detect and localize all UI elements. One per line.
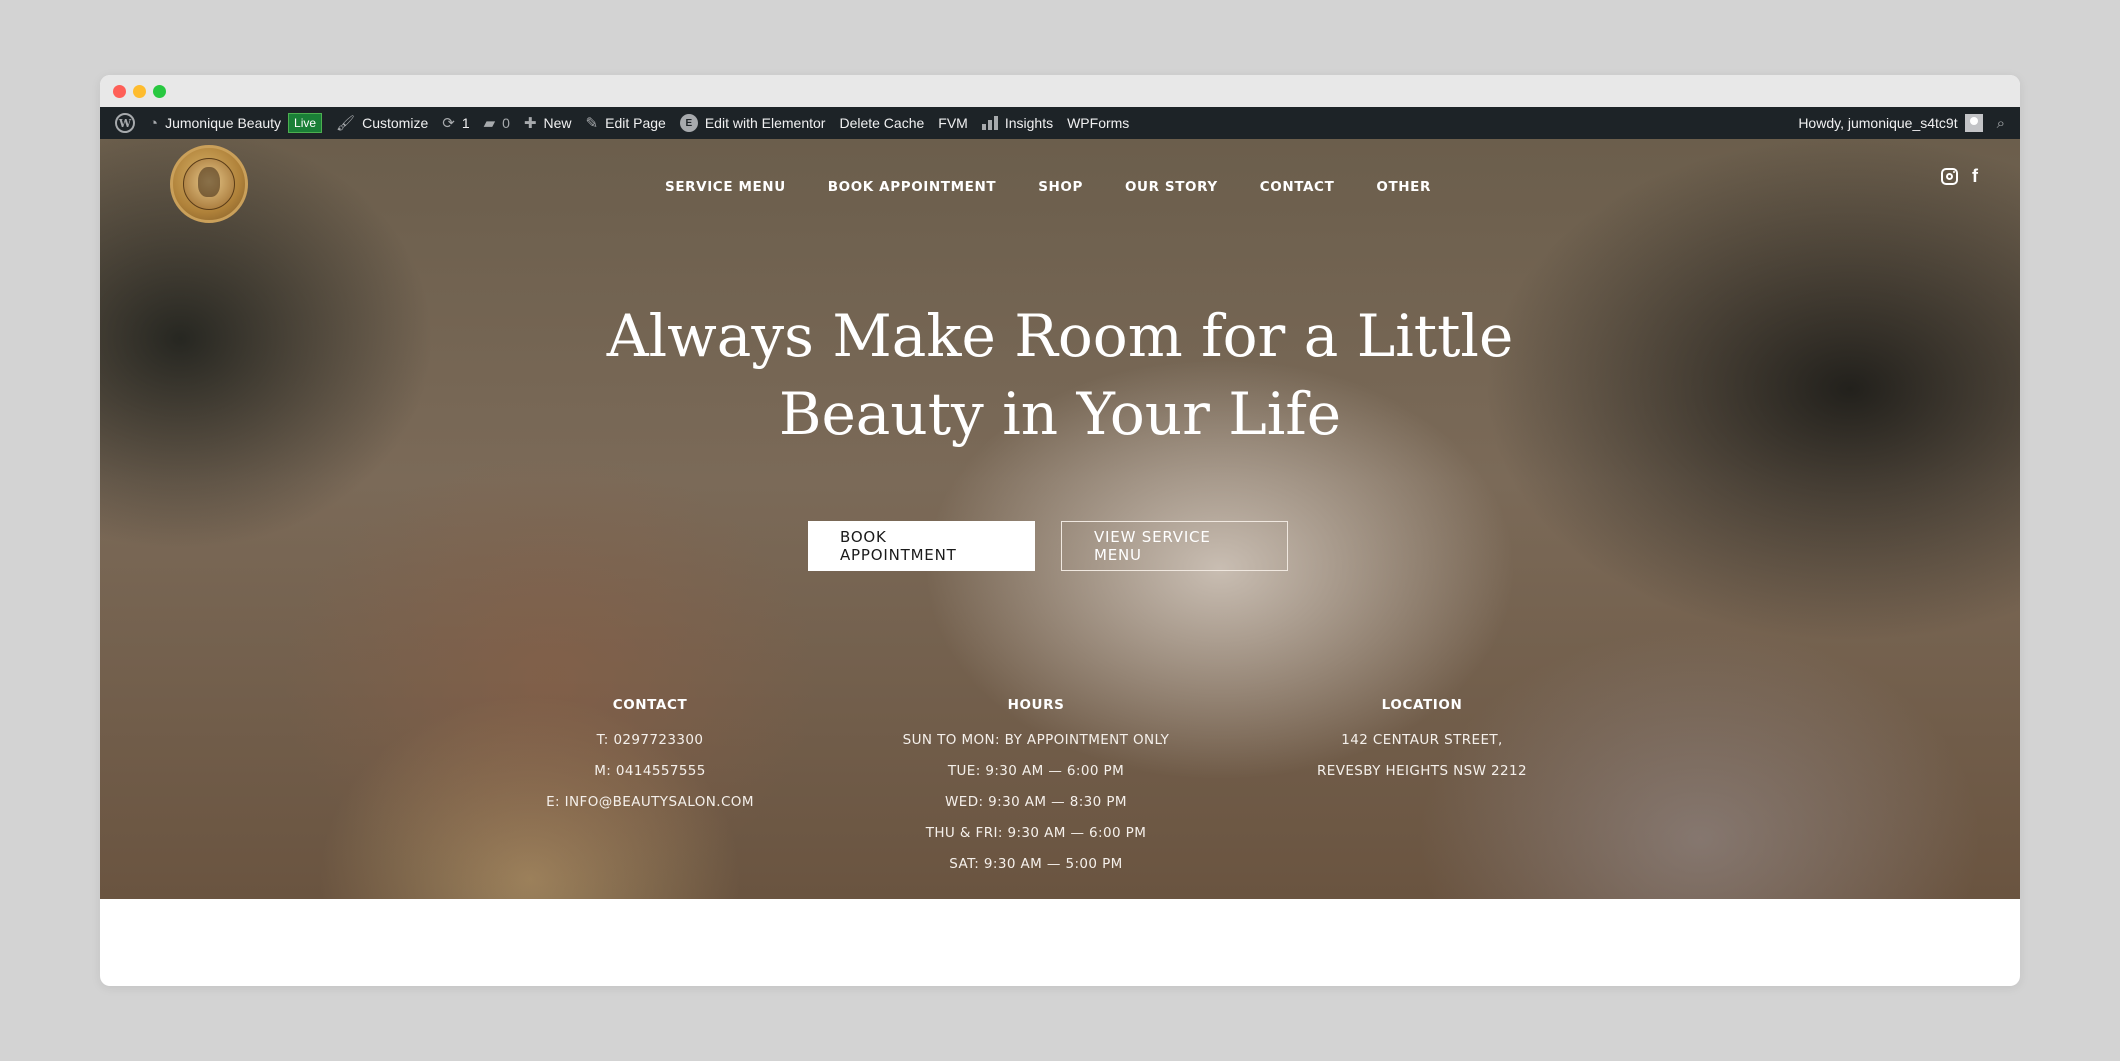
- minimize-window-button[interactable]: [133, 85, 146, 98]
- insights-link[interactable]: Insights: [975, 107, 1060, 139]
- headline-line-2: Beauty in Your Life: [778, 380, 1342, 448]
- avatar: [1964, 114, 1983, 132]
- hero-buttons: BOOK APPOINTMENT VIEW SERVICE MENU: [100, 521, 2020, 571]
- howdy-label: Howdy, jumonique_s4tc9t: [1798, 115, 1958, 131]
- delete-cache-label: Delete Cache: [839, 115, 925, 131]
- hero-headline: Always Make Room for a Little Beauty in …: [100, 297, 2020, 453]
- insights-label: Insights: [1004, 115, 1054, 131]
- live-badge: Live: [288, 113, 323, 133]
- info-columns: CONTACT T: 0297723300 M: 0414557555 E: I…: [100, 695, 2020, 880]
- edit-elementor-label: Edit with Elementor: [704, 115, 826, 131]
- nav-item-book-appointment[interactable]: BOOK APPOINTMENT: [828, 179, 996, 195]
- site-header: SERVICE MENU BOOK APPOINTMENT SHOP OUR S…: [100, 139, 2020, 223]
- customize-link[interactable]: 🖌 Customize: [329, 107, 435, 139]
- book-appointment-button[interactable]: BOOK APPOINTMENT: [808, 521, 1035, 571]
- hours-line: WED: 9:30 AM — 8:30 PM: [945, 794, 1127, 810]
- hours-column: HOURS SUN TO MON: BY APPOINTMENT ONLY TU…: [843, 695, 1229, 880]
- comments-count: 0: [502, 115, 510, 131]
- browser-window: W ◔ Jumonique Beauty Live 🖌 Customize ⟳ …: [100, 75, 2020, 986]
- fvm-link[interactable]: FVM: [931, 107, 975, 139]
- comments-link[interactable]: ▰ 0: [477, 107, 517, 139]
- edit-with-elementor-link[interactable]: E Edit with Elementor: [673, 107, 833, 139]
- paintbrush-icon: 🖌: [336, 115, 356, 132]
- pencil-icon: ✎: [585, 115, 599, 132]
- wordpress-icon: W: [115, 113, 135, 133]
- hours-line: THU & FRI: 9:30 AM — 6:00 PM: [925, 825, 1147, 841]
- contact-phone[interactable]: T: 0297723300: [457, 725, 843, 756]
- nav-item-other[interactable]: OTHER: [1376, 179, 1431, 195]
- insights-bar-chart-icon: [981, 116, 998, 130]
- wordpress-logo-menu[interactable]: W: [108, 107, 142, 139]
- edit-page-label: Edit Page: [605, 115, 666, 131]
- new-label: New: [543, 115, 572, 131]
- location-street: 142 CENTAUR STREET,: [1341, 732, 1503, 748]
- instagram-icon[interactable]: [1941, 168, 1958, 185]
- updates-count: 1: [461, 115, 470, 131]
- window-chrome: [100, 75, 2020, 107]
- updates-link[interactable]: ⟳ 1: [435, 107, 476, 139]
- nav-item-service-menu[interactable]: SERVICE MENU: [665, 179, 786, 195]
- social-links: f: [1941, 167, 1978, 185]
- hero-section: SERVICE MENU BOOK APPOINTMENT SHOP OUR S…: [100, 139, 2020, 899]
- admin-search-button[interactable]: ⌕: [1990, 107, 2012, 139]
- location-heading: LOCATION: [1381, 697, 1463, 713]
- main-navigation: SERVICE MENU BOOK APPOINTMENT SHOP OUR S…: [100, 179, 2020, 195]
- contact-mobile[interactable]: M: 0414557555: [457, 756, 843, 787]
- contact-heading: CONTACT: [612, 697, 688, 713]
- nav-item-shop[interactable]: SHOP: [1038, 179, 1083, 195]
- maximize-window-button[interactable]: [153, 85, 166, 98]
- search-icon: ⌕: [1996, 114, 2005, 132]
- fvm-label: FVM: [938, 115, 968, 131]
- delete-cache-link[interactable]: Delete Cache: [832, 107, 931, 139]
- hours-heading: HOURS: [1007, 697, 1065, 713]
- site-name-label: Jumonique Beauty: [165, 115, 282, 131]
- wpforms-label: WPForms: [1067, 115, 1130, 131]
- edit-page-link[interactable]: ✎ Edit Page: [579, 107, 673, 139]
- elementor-icon: E: [679, 114, 698, 132]
- comment-icon: ▰: [483, 115, 496, 132]
- location-suburb: REVESBY HEIGHTS NSW 2212: [1317, 763, 1527, 779]
- wpforms-link[interactable]: WPForms: [1060, 107, 1136, 139]
- close-window-button[interactable]: [113, 85, 126, 98]
- hours-line: TUE: 9:30 AM — 6:00 PM: [947, 763, 1125, 779]
- plus-icon: ✚: [523, 115, 537, 132]
- nav-item-contact[interactable]: CONTACT: [1260, 179, 1335, 195]
- dashboard-icon: ◔: [149, 114, 159, 132]
- customize-label: Customize: [362, 115, 429, 131]
- my-account-menu[interactable]: Howdy, jumonique_s4tc9t: [1791, 107, 1989, 139]
- facebook-icon[interactable]: f: [1972, 167, 1978, 185]
- nav-item-our-story[interactable]: OUR STORY: [1125, 179, 1218, 195]
- view-service-menu-button[interactable]: VIEW SERVICE MENU: [1061, 521, 1288, 571]
- location-column: LOCATION 142 CENTAUR STREET, REVESBY HEI…: [1229, 695, 1615, 880]
- hours-line: SUN TO MON: BY APPOINTMENT ONLY: [902, 732, 1170, 748]
- site-name-menu[interactable]: ◔ Jumonique Beauty Live: [142, 107, 329, 139]
- wp-admin-bar: W ◔ Jumonique Beauty Live 🖌 Customize ⟳ …: [100, 107, 2020, 139]
- new-content-menu[interactable]: ✚ New: [517, 107, 579, 139]
- headline-line-1: Always Make Room for a Little: [606, 302, 1514, 370]
- update-icon: ⟳: [442, 115, 455, 132]
- hours-line: SAT: 9:30 AM — 5:00 PM: [949, 856, 1123, 872]
- contact-email[interactable]: E: INFO@BEAUTYSALON.COM: [457, 787, 843, 818]
- contact-column: CONTACT T: 0297723300 M: 0414557555 E: I…: [457, 695, 843, 880]
